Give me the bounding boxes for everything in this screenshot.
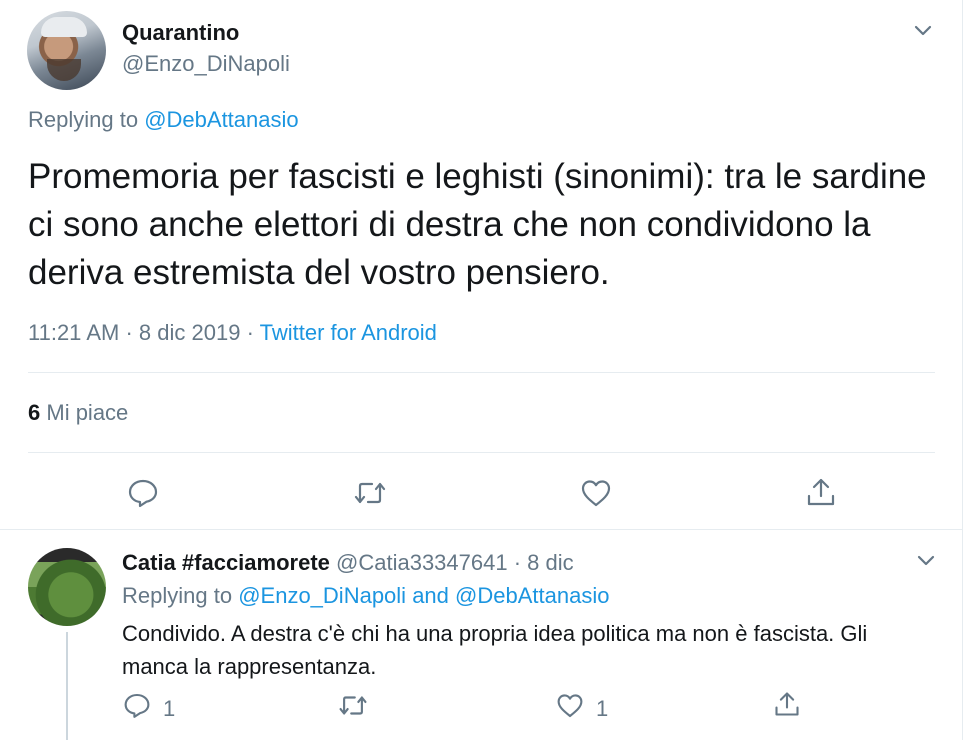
likes-count: 6 — [28, 400, 41, 425]
avatar[interactable] — [27, 11, 106, 90]
user-handle[interactable]: @Enzo_DiNapoli — [122, 51, 290, 77]
meta-separator: · — [513, 550, 522, 575]
likes-label: Mi piace — [46, 400, 129, 425]
display-name[interactable]: Quarantino — [122, 20, 239, 46]
retweet-icon — [352, 478, 388, 514]
replying-prefix: Replying to — [28, 107, 139, 132]
like-count: 1 — [596, 695, 609, 721]
reply-date[interactable]: 8 dic — [527, 550, 573, 575]
replying-to: Replying to @Enzo_DiNapoli and @DebAttan… — [122, 583, 609, 609]
reply-icon — [123, 692, 151, 725]
meta-separator: · — [125, 320, 133, 345]
replying-and[interactable]: and — [412, 583, 449, 608]
mention-link[interactable]: @DebAttanasio — [455, 583, 609, 608]
replying-to: Replying to @DebAttanasio — [28, 107, 299, 133]
tweet-time[interactable]: 11:21 AM — [28, 320, 119, 345]
reply-icon — [127, 478, 159, 514]
divider — [28, 372, 935, 373]
thread-line — [66, 632, 68, 740]
retweet-button[interactable] — [352, 478, 388, 514]
reply-text: Condivido. A destra c'è chi ha una propr… — [122, 621, 868, 679]
share-button[interactable] — [773, 690, 801, 724]
reply-display-name[interactable]: Catia #facciamorete — [122, 550, 330, 575]
retweet-icon — [337, 692, 369, 725]
tweet-date[interactable]: 8 dic 2019 — [139, 320, 241, 345]
reply-button[interactable] — [127, 478, 159, 514]
chevron-down-icon[interactable] — [917, 555, 935, 567]
chevron-down-icon[interactable] — [914, 25, 932, 37]
heart-icon — [580, 478, 612, 514]
reply-header: Catia #facciamorete @Catia33347641 · 8 d… — [122, 550, 574, 576]
share-button[interactable] — [805, 476, 837, 514]
like-button[interactable]: 1 — [556, 692, 608, 725]
replying-prefix: Replying to — [122, 583, 233, 608]
tweet-text: Promemoria per fascisti e leghisti (sino… — [28, 157, 927, 292]
main-tweet: Quarantino @Enzo_DiNapoli Replying to @D… — [0, 0, 962, 530]
likes-stat[interactable]: 6 Mi piace — [28, 400, 128, 426]
retweet-button[interactable] — [337, 692, 369, 725]
divider — [28, 452, 935, 453]
share-icon — [805, 476, 837, 514]
meta-separator: · — [246, 320, 254, 345]
tweet-source[interactable]: Twitter for Android — [260, 320, 437, 345]
reply-count: 1 — [163, 695, 176, 721]
like-button[interactable] — [580, 478, 612, 514]
tweet-meta: 11:21 AM · 8 dic 2019 · Twitter for Andr… — [28, 320, 437, 346]
section-divider — [0, 529, 962, 530]
mention-link[interactable]: @Enzo_DiNapoli — [238, 583, 406, 608]
heart-icon — [556, 692, 584, 725]
avatar[interactable] — [28, 548, 106, 626]
share-icon — [773, 690, 801, 724]
reply-handle[interactable]: @Catia33347641 — [336, 550, 508, 575]
mention-link[interactable]: @DebAttanasio — [144, 107, 298, 132]
reply-button[interactable]: 1 — [123, 692, 175, 725]
